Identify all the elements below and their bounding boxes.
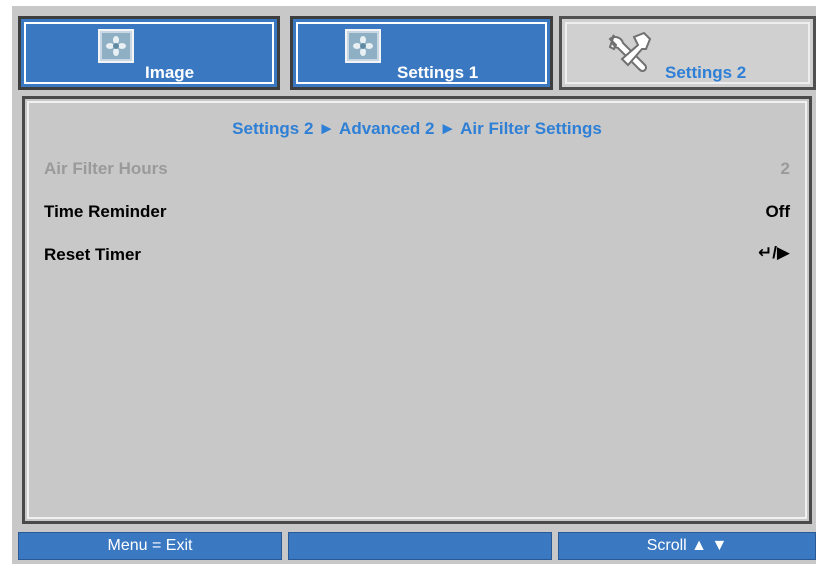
- osd-menu: Image Settings 1 Settings 2 Settings 2 ►…: [12, 6, 816, 564]
- air-filter-hours-value: 2: [780, 159, 790, 178]
- status-middle: [288, 532, 552, 560]
- status-scroll: Scroll ▲ ▼: [558, 532, 816, 560]
- reset-timer-enter-icon[interactable]: ↵/▶: [758, 243, 790, 263]
- panel-frame: Settings 2 ► Advanced 2 ► Air Filter Set…: [27, 101, 807, 519]
- image-icon: [345, 29, 381, 63]
- status-menu-exit: Menu = Exit: [18, 532, 282, 560]
- time-reminder-value[interactable]: Off: [765, 202, 790, 222]
- breadcrumb: Settings 2 ► Advanced 2 ► Air Filter Set…: [232, 119, 602, 138]
- tools-icon: [604, 27, 656, 79]
- image-icon: [98, 29, 134, 63]
- tab-image[interactable]: Image: [18, 16, 280, 90]
- air-filter-hours-label: Air Filter Hours: [44, 159, 168, 178]
- menu-panel: Settings 2 ► Advanced 2 ► Air Filter Set…: [22, 96, 812, 524]
- tab-settings-1[interactable]: Settings 1: [290, 16, 553, 90]
- tab-settings-2-label: Settings 2: [665, 63, 747, 82]
- tab-settings-2[interactable]: Settings 2: [559, 16, 816, 90]
- tab-settings-1-label: Settings 1: [397, 63, 479, 82]
- tab-image-label: Image: [145, 63, 195, 82]
- time-reminder-label[interactable]: Time Reminder: [44, 202, 167, 222]
- reset-timer-label[interactable]: Reset Timer: [44, 245, 141, 265]
